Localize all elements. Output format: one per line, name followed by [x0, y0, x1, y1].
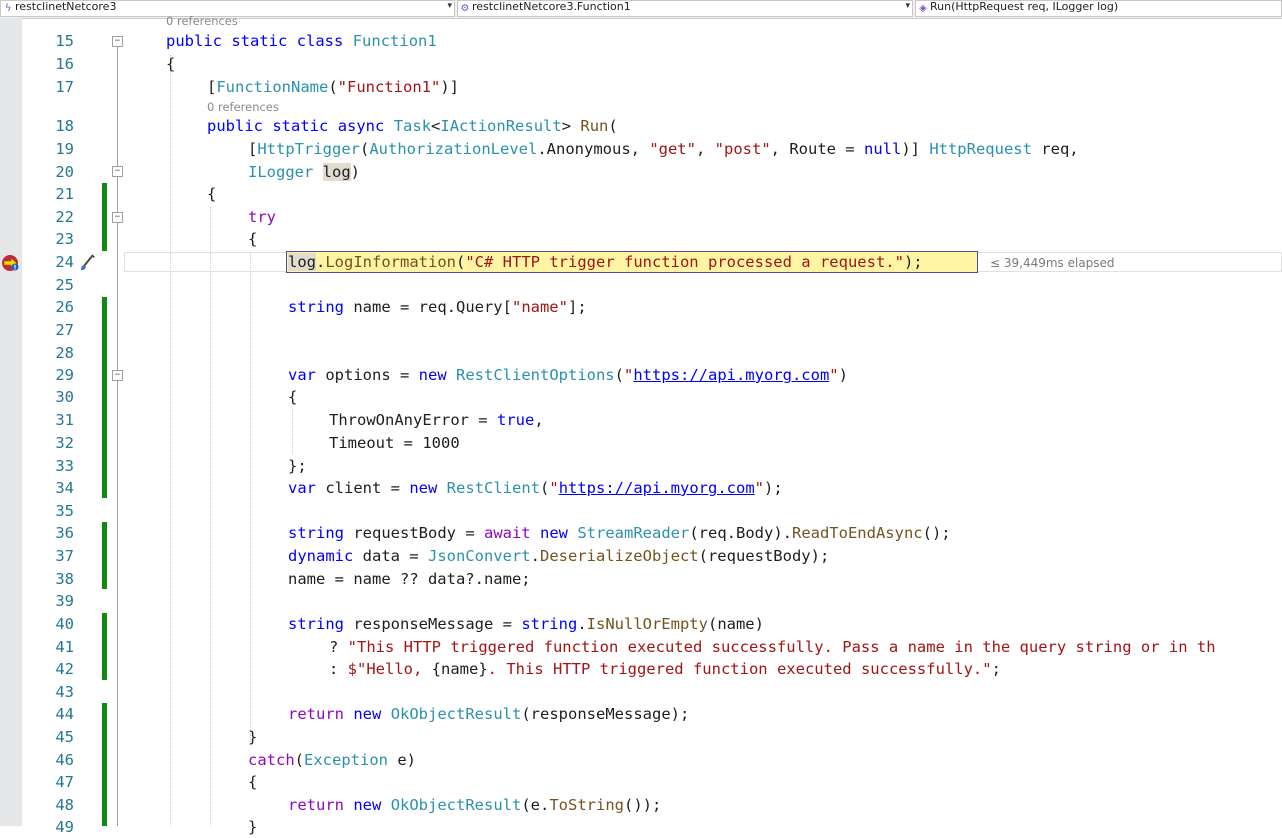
reference-highlight: log: [322, 163, 351, 181]
line-number: 30: [55, 388, 74, 406]
change-marker: [102, 183, 107, 251]
line-number: 39: [55, 592, 74, 610]
line-number: 48: [55, 796, 74, 814]
indent-guide: [292, 409, 293, 454]
collapse-toggle[interactable]: −: [112, 166, 123, 177]
line-number: 47: [55, 773, 74, 791]
indent-guide: [210, 207, 211, 826]
line-number: 25: [55, 276, 74, 294]
collapse-toggle[interactable]: −: [112, 212, 123, 223]
code-line-48[interactable]: return new OkObjectResult(e.ToString());: [288, 794, 661, 816]
code-line-29[interactable]: var options = new RestClientOptions("htt…: [288, 364, 848, 386]
line-number: 45: [55, 728, 74, 746]
indent-guide: [170, 55, 171, 826]
reference-highlight: log: [288, 253, 316, 271]
line-number: 49: [55, 818, 74, 836]
code-line-32[interactable]: Timeout = 1000: [329, 432, 460, 454]
code-line-15[interactable]: public static class Function1: [166, 30, 437, 52]
type-dropdown[interactable]: ⚙ restclinetNetcore3.Function1 ▾: [457, 0, 913, 17]
url-link[interactable]: https://api.myorg.com: [633, 366, 829, 384]
line-number: 31: [55, 411, 74, 429]
change-marker: [102, 522, 107, 589]
line-number: 44: [55, 705, 74, 723]
change-marker: [102, 365, 107, 498]
code-line-21[interactable]: {: [207, 183, 216, 205]
line-number: 23: [55, 230, 74, 248]
outline-guide: [117, 41, 118, 826]
code-line-49[interactable]: }: [248, 816, 257, 838]
line-number: 29: [55, 366, 74, 384]
code-line-19[interactable]: [HttpTrigger(AuthorizationLevel.Anonymou…: [248, 138, 1079, 160]
line-number: 21: [55, 185, 74, 203]
line-number: 16: [55, 55, 74, 73]
line-number: 20: [55, 163, 74, 181]
change-marker: [102, 297, 107, 342]
line-number: 33: [55, 457, 74, 475]
line-number: 46: [55, 751, 74, 769]
code-line-40[interactable]: string responseMessage = string.IsNullOr…: [288, 613, 764, 635]
code-line-23[interactable]: {: [248, 228, 257, 250]
code-line-24[interactable]: log.LogInformation("C# HTTP trigger func…: [288, 251, 923, 273]
line-number: 40: [55, 615, 74, 633]
line-number: 41: [55, 638, 74, 656]
line-number: 36: [55, 524, 74, 542]
line-number: 24: [55, 253, 74, 271]
code-line-22[interactable]: try: [248, 206, 276, 228]
line-number: 43: [55, 683, 74, 701]
code-line-47[interactable]: {: [248, 771, 257, 793]
line-number: 28: [55, 344, 74, 362]
indent-guide: [250, 252, 251, 742]
line-number: 37: [55, 547, 74, 565]
code-line-42[interactable]: : $"Hello, {name}. This HTTP triggered f…: [329, 658, 1001, 680]
code-line-44[interactable]: return new OkObjectResult(responseMessag…: [288, 703, 689, 725]
class-icon: ⚙: [460, 3, 470, 14]
change-marker: [102, 342, 107, 365]
code-line-37[interactable]: dynamic data = JsonConvert.DeserializeOb…: [288, 545, 829, 567]
line-number: 18: [55, 117, 74, 135]
code-line-46[interactable]: catch(Exception e): [248, 749, 416, 771]
change-marker: [102, 703, 107, 826]
line-number: 26: [55, 298, 74, 316]
breakpoint-current-statement-icon[interactable]: [1, 254, 19, 272]
collapse-toggle[interactable]: −: [112, 370, 123, 381]
line-number: 42: [55, 660, 74, 678]
code-line-36[interactable]: string requestBody = await new StreamRea…: [288, 522, 951, 544]
method-icon: ◈: [919, 3, 927, 14]
code-line-45[interactable]: }: [248, 726, 257, 748]
line-number: 19: [55, 140, 74, 158]
chevron-down-icon: ▾: [905, 1, 910, 11]
code-line-33[interactable]: };: [288, 455, 307, 477]
line-number: 22: [55, 208, 74, 226]
collapse-toggle[interactable]: −: [112, 36, 123, 47]
quick-actions-brush-icon[interactable]: [78, 252, 98, 272]
line-number: 38: [55, 570, 74, 588]
url-link[interactable]: https://api.myorg.com: [559, 479, 755, 497]
line-number: 27: [55, 321, 74, 339]
lightning-icon: ϟ: [4, 3, 12, 14]
member-dropdown[interactable]: ◈ Run(HttpRequest req, ILogger log): [915, 0, 1282, 17]
line-number: 32: [55, 434, 74, 452]
code-line-26[interactable]: string name = req.Query["name"];: [288, 296, 587, 318]
change-marker: [102, 613, 107, 680]
code-line-41[interactable]: ? "This HTTP triggered function executed…: [329, 636, 1216, 658]
perftip-elapsed[interactable]: ≤ 39,449ms elapsed: [990, 256, 1115, 270]
code-line-18[interactable]: public static async Task<IActionResult> …: [207, 115, 618, 137]
code-line-30[interactable]: {: [288, 386, 297, 408]
codelens-references[interactable]: 0 references: [207, 100, 279, 114]
glyph-margin[interactable]: [0, 18, 22, 826]
line-number: 35: [55, 502, 74, 520]
line-number: 15: [55, 32, 74, 50]
chevron-down-icon: ▾: [447, 1, 452, 11]
code-line-17[interactable]: [FunctionName("Function1")]: [207, 76, 459, 98]
code-line-38[interactable]: name = name ?? data?.name;: [288, 568, 531, 590]
line-number: 34: [55, 479, 74, 497]
codelens-references[interactable]: 0 references: [166, 14, 238, 28]
code-line-31[interactable]: ThrowOnAnyError = true,: [329, 409, 544, 431]
code-line-34[interactable]: var client = new RestClient("https://api…: [288, 477, 783, 499]
code-line-20[interactable]: ILogger log): [248, 161, 360, 183]
line-number: 17: [55, 78, 74, 96]
code-line-16[interactable]: {: [166, 53, 175, 75]
